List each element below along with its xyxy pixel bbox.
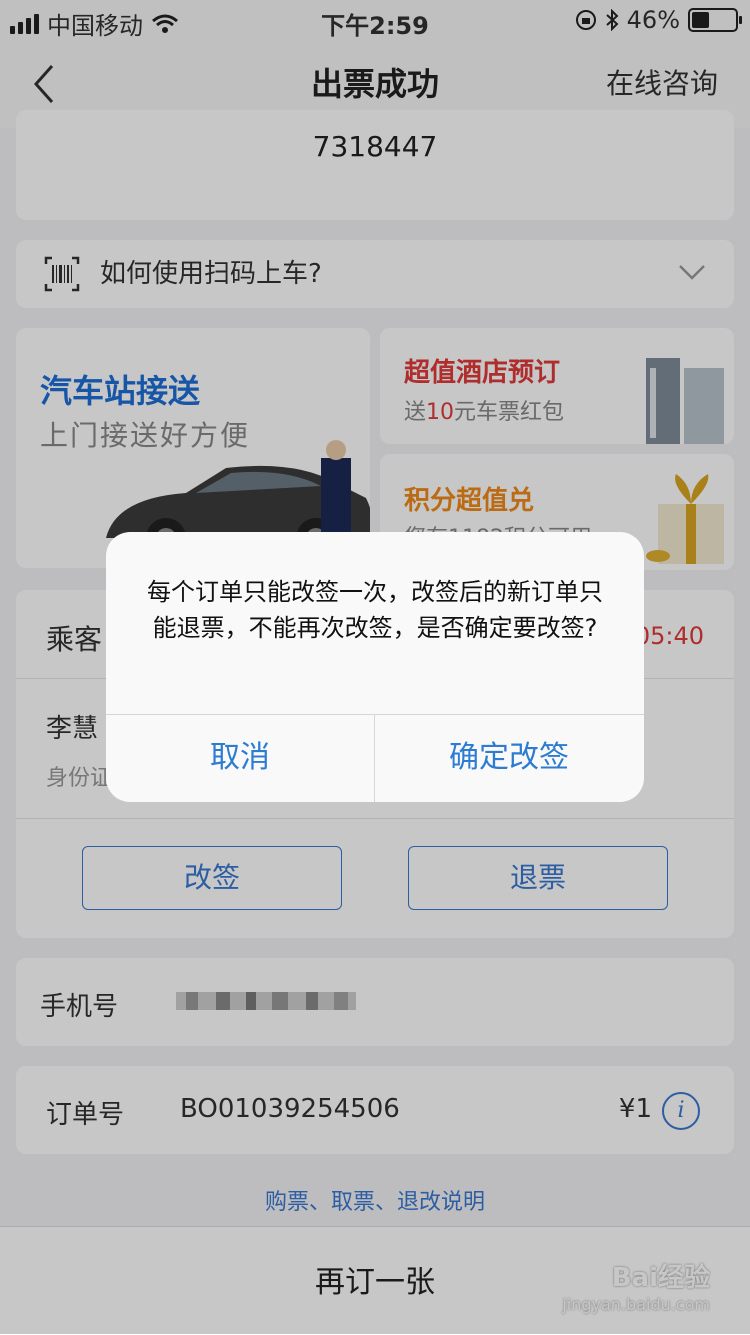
dialog-message: 每个订单只能改签一次，改签后的新订单只能退票，不能再次改签，是否确定要改签?	[147, 578, 603, 642]
confirm-change-dialog: 每个订单只能改签一次，改签后的新订单只能退票，不能再次改签，是否确定要改签? 取…	[106, 532, 644, 802]
dialog-confirm-button[interactable]: 确定改签	[375, 714, 643, 802]
dialog-cancel-button[interactable]: 取消	[106, 714, 374, 802]
